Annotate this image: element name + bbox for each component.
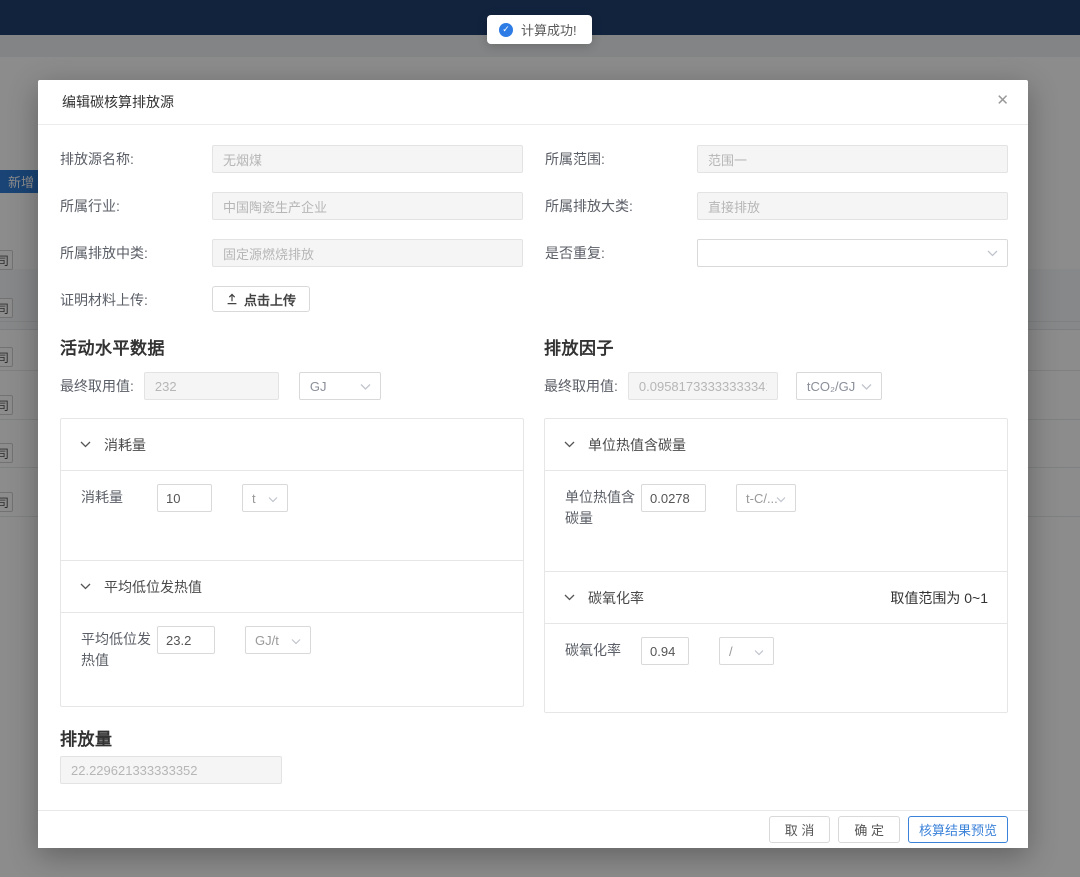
heating-value-input[interactable]: [157, 626, 215, 654]
field-scope: 所属范围:: [545, 145, 1008, 173]
heating-value-label: 平均低位发热值: [81, 626, 157, 671]
consumption-unit-select[interactable]: t: [242, 484, 288, 512]
activity-unit-select[interactable]: GJ: [299, 372, 381, 400]
modal-body: 排放源名称: 所属范围: 所属行业: 所属排放大类: 所属排放中类:: [38, 125, 1028, 784]
upload-button[interactable]: 点击上传: [212, 286, 310, 312]
major-category-label: 所属排放大类:: [545, 192, 697, 220]
data-columns: 活动水平数据 最终取用值: GJ: [60, 334, 1008, 713]
factor-final-row: 最终取用值: tCO₂/GJ: [544, 372, 1008, 400]
is-duplicate-label: 是否重复:: [545, 239, 697, 267]
oxidation-rate-panel-title: 碳氧化率: [588, 588, 644, 608]
heating-value-panel-title: 平均低位发热值: [104, 577, 202, 597]
close-icon[interactable]: ✕: [996, 93, 1009, 108]
chevron-down-icon: [291, 633, 301, 648]
consumption-panel-body: 消耗量 t: [61, 471, 523, 561]
factor-collapse: 单位热值含碳量 单位热值含碳量 t-C/...: [544, 418, 1008, 713]
is-duplicate-select[interactable]: [697, 239, 1008, 267]
oxidation-rate-label: 碳氧化率: [565, 637, 641, 661]
field-major-category: 所属排放大类:: [545, 192, 1008, 220]
oxidation-rate-panel-header[interactable]: 碳氧化率 取值范围为 0~1: [545, 572, 1007, 624]
field-upload: 证明材料上传: 点击上传: [60, 286, 1008, 314]
activity-final-row: 最终取用值: GJ: [60, 372, 524, 400]
chevron-down-icon: [80, 441, 91, 448]
oxidation-rate-range-note: 取值范围为 0~1: [890, 588, 988, 608]
confirm-button[interactable]: 确 定: [838, 816, 900, 843]
oxidation-rate-unit-select[interactable]: /: [719, 637, 774, 665]
source-name-input: [212, 145, 523, 173]
chevron-down-icon: [80, 583, 91, 590]
factor-final-input: [628, 372, 778, 400]
oxidation-rate-panel-body: 碳氧化率 /: [545, 624, 1007, 712]
chevron-down-icon: [268, 491, 278, 506]
chevron-down-icon: [754, 644, 764, 659]
upload-button-label: 点击上传: [244, 290, 296, 309]
field-is-duplicate: 是否重复:: [545, 239, 1008, 267]
oxidation-rate-unit-value: /: [729, 644, 733, 659]
emission-factor-column: 排放因子 最终取用值: tCO₂/GJ: [544, 334, 1008, 713]
modal-footer: 取 消 确 定 核算结果预览: [38, 810, 1028, 848]
source-name-label: 排放源名称:: [60, 145, 212, 173]
form-row: 排放源名称: 所属范围:: [60, 145, 1008, 173]
carbon-content-label: 单位热值含碳量: [565, 484, 641, 529]
mid-category-input: [212, 239, 523, 267]
activity-unit-value: GJ: [310, 379, 327, 394]
consumption-label: 消耗量: [81, 484, 157, 508]
activity-final-input: [144, 372, 279, 400]
form-row: 所属排放中类: 是否重复:: [60, 239, 1008, 267]
activity-data-column: 活动水平数据 最终取用值: GJ: [60, 334, 524, 713]
activity-collapse: 消耗量 消耗量 t: [60, 418, 524, 707]
scope-label: 所属范围:: [545, 145, 697, 173]
chevron-down-icon: [360, 379, 371, 394]
consumption-input[interactable]: [157, 484, 212, 512]
form-row: 所属行业: 所属排放大类:: [60, 192, 1008, 220]
cancel-button[interactable]: 取 消: [769, 816, 831, 843]
toast-message: 计算成功!: [521, 20, 577, 39]
mid-category-label: 所属排放中类:: [60, 239, 212, 267]
modal-header: 编辑碳核算排放源 ✕: [38, 80, 1028, 125]
edit-emission-source-modal: 编辑碳核算排放源 ✕ 排放源名称: 所属范围: 所属行业: 所属排放大类:: [38, 80, 1028, 848]
factor-final-label: 最终取用值:: [544, 376, 618, 396]
chevron-down-icon: [564, 594, 575, 601]
field-mid-category: 所属排放中类:: [60, 239, 523, 267]
chevron-down-icon: [987, 244, 998, 262]
heating-value-unit-select[interactable]: GJ/t: [245, 626, 311, 654]
heating-value-panel-body: 平均低位发热值 GJ/t: [61, 613, 523, 706]
upload-icon: [226, 293, 238, 305]
carbon-content-unit-select[interactable]: t-C/...: [736, 484, 796, 512]
major-category-input: [697, 192, 1008, 220]
industry-input: [212, 192, 523, 220]
success-toast: ✓ 计算成功!: [487, 15, 592, 44]
heating-value-unit-value: GJ/t: [255, 633, 279, 648]
carbon-content-panel-body: 单位热值含碳量 t-C/...: [545, 471, 1007, 572]
success-check-icon: ✓: [499, 23, 513, 37]
carbon-content-input[interactable]: [641, 484, 706, 512]
heating-value-panel-header[interactable]: 平均低位发热值: [61, 561, 523, 613]
chevron-down-icon: [861, 379, 872, 394]
upload-label: 证明材料上传:: [60, 286, 212, 314]
carbon-content-panel-title: 单位热值含碳量: [588, 435, 686, 455]
oxidation-rate-input[interactable]: [641, 637, 689, 665]
emission-amount-heading: 排放量: [60, 725, 1008, 750]
factor-heading: 排放因子: [544, 334, 1008, 359]
consumption-unit-value: t: [252, 491, 256, 506]
carbon-content-unit-value: t-C/...: [746, 491, 778, 506]
emission-amount-input: [60, 756, 282, 784]
scope-input: [697, 145, 1008, 173]
industry-label: 所属行业:: [60, 192, 212, 220]
field-source-name: 排放源名称:: [60, 145, 523, 173]
consumption-panel-title: 消耗量: [104, 435, 146, 455]
activity-heading: 活动水平数据: [60, 334, 524, 359]
activity-final-label: 最终取用值:: [60, 376, 134, 396]
consumption-panel-header[interactable]: 消耗量: [61, 419, 523, 471]
field-industry: 所属行业:: [60, 192, 523, 220]
carbon-content-panel-header[interactable]: 单位热值含碳量: [545, 419, 1007, 471]
chevron-down-icon: [776, 491, 786, 506]
chevron-down-icon: [564, 441, 575, 448]
factor-unit-value: tCO₂/GJ: [807, 379, 855, 394]
modal-title: 编辑碳核算排放源: [62, 92, 174, 112]
emission-amount-section: 排放量: [60, 725, 1008, 784]
preview-result-button[interactable]: 核算结果预览: [908, 816, 1008, 843]
factor-unit-select[interactable]: tCO₂/GJ: [796, 372, 882, 400]
